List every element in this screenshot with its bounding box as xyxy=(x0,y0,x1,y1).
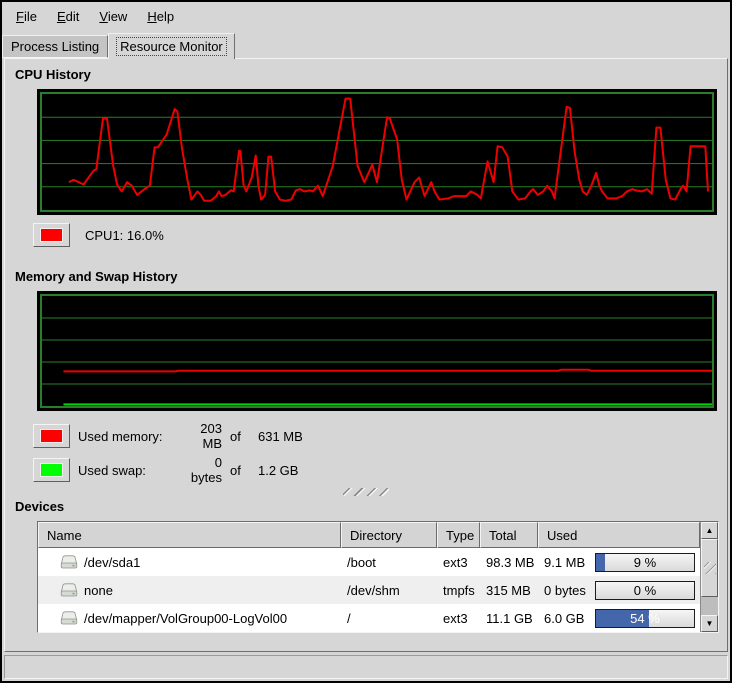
tab-process-listing[interactable]: Process Listing xyxy=(2,35,108,58)
table-row[interactable]: none /dev/shm tmpfs 315 MB 0 bytes 0 % xyxy=(38,576,700,604)
device-used: 9.1 MB xyxy=(544,555,595,570)
used-memory-legend: Used memory: 203 MB of 631 MB xyxy=(33,421,717,445)
column-header-type[interactable]: Type xyxy=(437,522,480,548)
usage-percent-label: 9 % xyxy=(596,554,694,571)
used-memory-label: Used memory: xyxy=(78,429,174,444)
menu-file[interactable]: File xyxy=(8,6,45,27)
usage-progress-bar: 9 % xyxy=(595,553,695,572)
cpu-history-title: CPU History xyxy=(15,67,717,85)
device-name: /dev/mapper/VolGroup00-LogVol00 xyxy=(84,611,287,626)
scroll-down-icon: ▼ xyxy=(706,620,714,628)
device-total: 11.1 GB xyxy=(480,611,538,626)
used-swap-legend: Used swap: 0 bytes of 1.2 GB xyxy=(33,455,717,479)
device-used: 0 bytes xyxy=(544,583,595,598)
used-swap-value: 0 bytes xyxy=(182,455,222,485)
device-type: tmpfs xyxy=(437,583,480,598)
swap-color-swatch xyxy=(40,463,63,477)
menu-edit[interactable]: Edit xyxy=(49,6,87,27)
column-header-directory[interactable]: Directory xyxy=(341,522,437,548)
app-window: File Edit View Help Process Listing Reso… xyxy=(0,0,732,683)
usage-percent-label: 54 % xyxy=(596,610,694,627)
cpu-history-graph xyxy=(37,89,717,215)
cpu-legend: CPU1: 16.0% xyxy=(33,223,717,247)
device-name: /dev/sda1 xyxy=(84,555,140,570)
vertical-scrollbar[interactable]: ▲ ▼ xyxy=(700,522,718,632)
usage-progress-bar: 0 % xyxy=(595,581,695,600)
used-swap-of: of xyxy=(230,463,250,478)
device-directory: /dev/shm xyxy=(341,583,437,598)
device-type: ext3 xyxy=(437,611,480,626)
menu-help[interactable]: Help xyxy=(139,6,182,27)
devices-table-body: Name Directory Type Total Used /dev/sd xyxy=(38,522,700,632)
resource-monitor-page: CPU History CPU1: 16.0% Memory and Swap … xyxy=(4,58,728,652)
device-total: 315 MB xyxy=(480,583,538,598)
memory-color-button[interactable] xyxy=(33,424,70,448)
scroll-up-icon: ▲ xyxy=(706,527,714,535)
disk-icon xyxy=(60,611,78,625)
menu-view[interactable]: View xyxy=(91,6,135,27)
table-row[interactable]: /dev/sda1 /boot ext3 98.3 MB 9.1 MB 9 % xyxy=(38,548,700,576)
usage-percent-label: 0 % xyxy=(596,582,694,599)
table-row[interactable]: /dev/mapper/VolGroup00-LogVol00 / ext3 1… xyxy=(38,604,700,632)
column-header-used[interactable]: Used xyxy=(538,522,700,548)
menubar: File Edit View Help xyxy=(2,2,730,31)
used-memory-of: of xyxy=(230,429,250,444)
swap-color-button[interactable] xyxy=(33,458,70,482)
tab-resource-monitor-label: Resource Monitor xyxy=(117,38,226,55)
memory-history-title: Memory and Swap History xyxy=(15,269,717,287)
device-used: 6.0 GB xyxy=(544,611,595,626)
cpu1-color-swatch xyxy=(40,228,63,242)
disk-icon xyxy=(60,555,78,569)
pane-resize-handle[interactable] xyxy=(343,488,389,496)
devices-table-header: Name Directory Type Total Used xyxy=(38,522,700,548)
tab-process-listing-label: Process Listing xyxy=(11,39,99,54)
status-bar xyxy=(4,655,728,679)
scroll-down-button[interactable]: ▼ xyxy=(701,615,718,632)
used-memory-value: 203 MB xyxy=(182,421,222,451)
scrollbar-trough[interactable] xyxy=(701,597,718,615)
scrollbar-grip-icon xyxy=(704,562,716,574)
used-swap-label: Used swap: xyxy=(78,463,174,478)
swap-total-value: 1.2 GB xyxy=(258,463,717,478)
cpu1-color-button[interactable] xyxy=(33,223,70,247)
cpu-history-plot xyxy=(40,92,714,212)
column-header-name[interactable]: Name xyxy=(38,522,341,548)
scroll-up-button[interactable]: ▲ xyxy=(701,522,718,539)
scrollbar-thumb[interactable] xyxy=(701,539,718,597)
device-type: ext3 xyxy=(437,555,480,570)
memory-total-value: 631 MB xyxy=(258,429,717,444)
devices-table: Name Directory Type Total Used /dev/sd xyxy=(37,521,719,633)
pane-handle-row xyxy=(15,487,717,497)
tab-bar: Process Listing Resource Monitor xyxy=(2,31,730,58)
memory-swap-graph xyxy=(37,291,717,411)
disk-icon xyxy=(60,583,78,597)
device-total: 98.3 MB xyxy=(480,555,538,570)
device-directory: /boot xyxy=(341,555,437,570)
used-memory-line xyxy=(63,370,712,372)
usage-progress-bar: 54 % xyxy=(595,609,695,628)
memory-color-swatch xyxy=(40,429,63,443)
device-name: none xyxy=(84,583,113,598)
cpu1-line xyxy=(69,99,708,201)
device-directory: / xyxy=(341,611,437,626)
devices-title: Devices xyxy=(15,499,717,517)
cpu1-legend-label: CPU1: 16.0% xyxy=(85,228,164,243)
tab-resource-monitor[interactable]: Resource Monitor xyxy=(108,33,235,59)
memory-swap-plot xyxy=(40,294,714,408)
column-header-total[interactable]: Total xyxy=(480,522,538,548)
